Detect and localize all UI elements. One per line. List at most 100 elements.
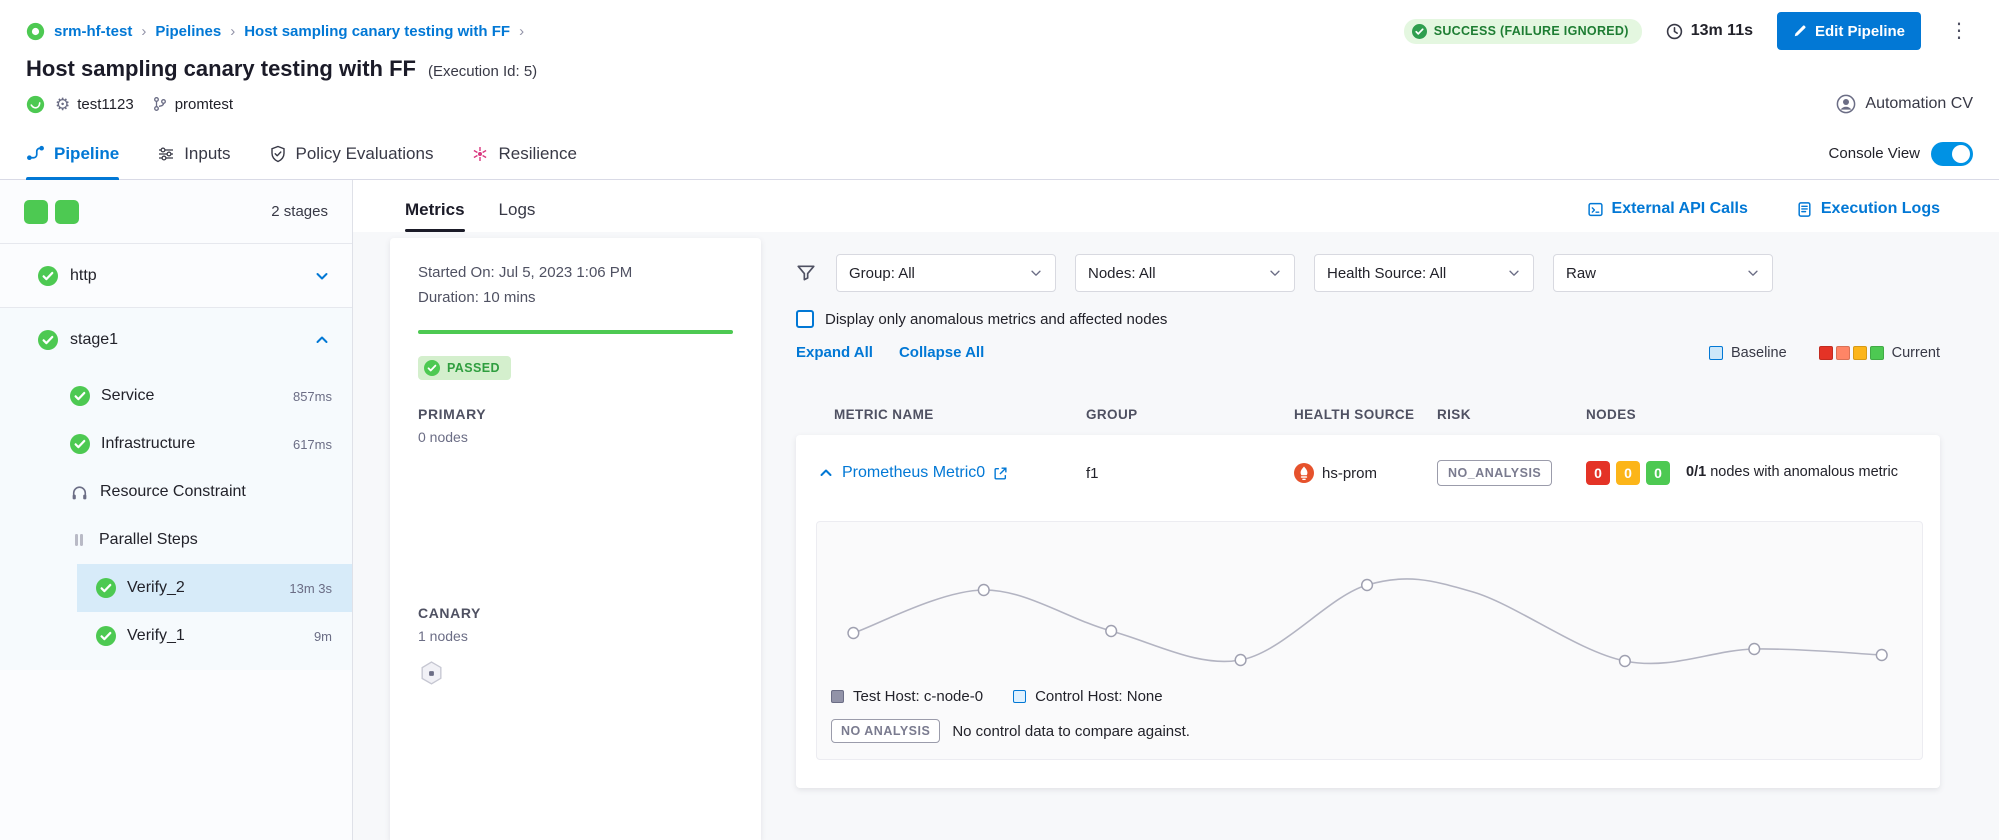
meta-row: ⚙ test1123 promtest Automation CV bbox=[0, 82, 1999, 128]
stage-item-stage1[interactable]: stage1 bbox=[0, 308, 352, 372]
status-badge-label: SUCCESS (FAILURE IGNORED) bbox=[1434, 24, 1629, 38]
chevron-up-icon[interactable] bbox=[314, 332, 330, 348]
collapse-all-link[interactable]: Collapse All bbox=[899, 344, 984, 361]
step-duration: 617ms bbox=[293, 437, 332, 452]
inputs-icon bbox=[157, 145, 175, 163]
nodes-cell: 0 0 0 0/1 nodes with anomalous metric bbox=[1586, 461, 1940, 485]
breadcrumb-project[interactable]: srm-hf-test bbox=[54, 23, 132, 40]
console-view-toggle[interactable] bbox=[1931, 142, 1973, 166]
health-source-filter-value: Health Source: All bbox=[1327, 265, 1446, 282]
step-details: Metrics Logs External API Calls E bbox=[353, 180, 1999, 840]
group-filter-select[interactable]: Group: All bbox=[836, 254, 1056, 292]
header-actions: SUCCESS (FAILURE IGNORED) 13m 11s Edit P… bbox=[1404, 12, 1973, 50]
step-row-parallel-steps[interactable]: Parallel Steps bbox=[0, 516, 352, 564]
edit-pipeline-button[interactable]: Edit Pipeline bbox=[1777, 12, 1921, 50]
tab-resilience[interactable]: Resilience bbox=[471, 128, 576, 179]
risk-orange-swatch bbox=[1836, 346, 1850, 360]
breadcrumb-separator: › bbox=[141, 23, 146, 40]
stage-status-square bbox=[55, 200, 79, 224]
chevron-up-icon[interactable] bbox=[818, 465, 834, 481]
external-link-icon[interactable] bbox=[993, 466, 1008, 481]
execution-logs-link[interactable]: Execution Logs bbox=[1796, 200, 1940, 218]
tab-inputs-label: Inputs bbox=[184, 144, 230, 164]
col-group: GROUP bbox=[1086, 407, 1294, 422]
tab-pipeline[interactable]: Pipeline bbox=[26, 128, 119, 179]
step-row-service[interactable]: Service 857ms bbox=[0, 372, 352, 420]
metric-line-chart[interactable] bbox=[831, 534, 1908, 684]
metrics-content: Started On: Jul 5, 2023 1:06 PM Duration… bbox=[353, 232, 1999, 840]
breadcrumb-pipelines[interactable]: Pipelines bbox=[155, 23, 221, 40]
mode-select[interactable]: Raw bbox=[1553, 254, 1773, 292]
health-source-filter-select[interactable]: Health Source: All bbox=[1314, 254, 1534, 292]
expand-all-link[interactable]: Expand All bbox=[796, 344, 873, 361]
nodes-filter-select[interactable]: Nodes: All bbox=[1075, 254, 1295, 292]
service-ref[interactable]: ⚙ test1123 bbox=[55, 96, 134, 113]
metric-card: Prometheus Metric0 f1 hs-prom bbox=[796, 435, 1940, 788]
external-api-calls-label: External API Calls bbox=[1612, 200, 1748, 218]
step-row-resource-constraint[interactable]: Resource Constraint bbox=[0, 468, 352, 516]
page-header: srm-hf-test › Pipelines › Host sampling … bbox=[0, 0, 1999, 180]
meta-left: ⚙ test1123 promtest bbox=[26, 95, 233, 114]
breadcrumb-pipeline[interactable]: Host sampling canary testing with FF bbox=[244, 23, 510, 40]
kebab-menu-icon[interactable]: ⋮ bbox=[1945, 21, 1973, 41]
tab-metrics[interactable]: Metrics bbox=[405, 200, 465, 232]
trigger-ref[interactable]: promtest bbox=[152, 96, 233, 113]
anomalous-filter-row: Display only anomalous metrics and affec… bbox=[796, 310, 1940, 328]
clock-icon bbox=[1666, 23, 1683, 40]
check-circle-icon bbox=[1412, 24, 1427, 39]
metrics-table-header: METRIC NAME GROUP HEALTH SOURCE RISK NOD… bbox=[796, 393, 1940, 435]
stage-item-http[interactable]: http bbox=[0, 244, 352, 308]
step-duration: 9m bbox=[314, 629, 332, 644]
breadcrumb: srm-hf-test › Pipelines › Host sampling … bbox=[26, 22, 524, 41]
no-analysis-row: NO ANALYSIS No control data to compare a… bbox=[831, 719, 1908, 743]
step-row-infrastructure[interactable]: Infrastructure 617ms bbox=[0, 420, 352, 468]
tab-policy-evaluations[interactable]: Policy Evaluations bbox=[269, 128, 434, 179]
control-host-swatch bbox=[1013, 690, 1026, 703]
risk-yellow-swatch bbox=[1853, 346, 1867, 360]
step-duration: 857ms bbox=[293, 389, 332, 404]
check-circle-icon bbox=[70, 386, 90, 406]
filter-icon[interactable] bbox=[796, 263, 816, 283]
anomalous-filter-checkbox[interactable] bbox=[796, 310, 814, 328]
triggered-by: Automation CV bbox=[1836, 94, 1973, 114]
current-swatches bbox=[1819, 346, 1884, 360]
canary-node-hexagon[interactable] bbox=[418, 660, 733, 692]
no-analysis-badge: NO ANALYSIS bbox=[831, 719, 940, 743]
step-label: Resource Constraint bbox=[100, 483, 246, 501]
metric-name-link[interactable]: Prometheus Metric0 bbox=[842, 464, 985, 482]
headphones-icon bbox=[70, 483, 89, 502]
prometheus-icon bbox=[1294, 463, 1314, 483]
api-calls-icon bbox=[1587, 201, 1604, 218]
risk-cell: NO_ANALYSIS bbox=[1437, 460, 1586, 486]
details-links: External API Calls Execution Logs bbox=[1587, 200, 1940, 232]
console-view-label: Console View bbox=[1829, 145, 1920, 162]
step-label: Parallel Steps bbox=[99, 531, 198, 549]
risk-red-swatch bbox=[1819, 346, 1833, 360]
external-api-calls-link[interactable]: External API Calls bbox=[1587, 200, 1748, 218]
chevron-down-icon[interactable] bbox=[314, 268, 330, 284]
chart-color-legend: Baseline Current bbox=[1709, 345, 1940, 361]
step-row-verify-1[interactable]: Verify_1 9m bbox=[77, 612, 352, 660]
edit-pipeline-label: Edit Pipeline bbox=[1815, 23, 1905, 40]
edit-icon bbox=[1793, 24, 1807, 38]
nodes-filter-value: Nodes: All bbox=[1088, 265, 1156, 282]
parallel-steps-icon bbox=[70, 531, 88, 549]
stage-label: http bbox=[70, 267, 97, 285]
step-row-verify-2[interactable]: Verify_2 13m 3s bbox=[77, 564, 352, 612]
filter-row: Group: All Nodes: All Heal bbox=[796, 254, 1940, 292]
col-risk: RISK bbox=[1437, 407, 1586, 422]
tab-inputs[interactable]: Inputs bbox=[157, 128, 230, 179]
step-duration: 13m 3s bbox=[289, 581, 332, 596]
execution-logs-label: Execution Logs bbox=[1821, 200, 1940, 218]
risk-badge: NO_ANALYSIS bbox=[1437, 460, 1552, 486]
tab-logs[interactable]: Logs bbox=[499, 200, 536, 232]
nodes-summary-ratio: 0/1 bbox=[1686, 464, 1706, 480]
chevron-down-icon bbox=[1507, 266, 1521, 280]
triggered-by-name: Automation CV bbox=[1865, 95, 1973, 113]
verification-summary-panel: Started On: Jul 5, 2023 1:06 PM Duration… bbox=[390, 238, 761, 840]
primary-label: PRIMARY bbox=[418, 406, 733, 422]
health-source-name: hs-prom bbox=[1322, 465, 1377, 482]
metric-chart-panel: Test Host: c-node-0 Control Host: None N… bbox=[816, 521, 1923, 760]
app-root: srm-hf-test › Pipelines › Host sampling … bbox=[0, 0, 1999, 840]
tab-resilience-label: Resilience bbox=[498, 144, 576, 164]
